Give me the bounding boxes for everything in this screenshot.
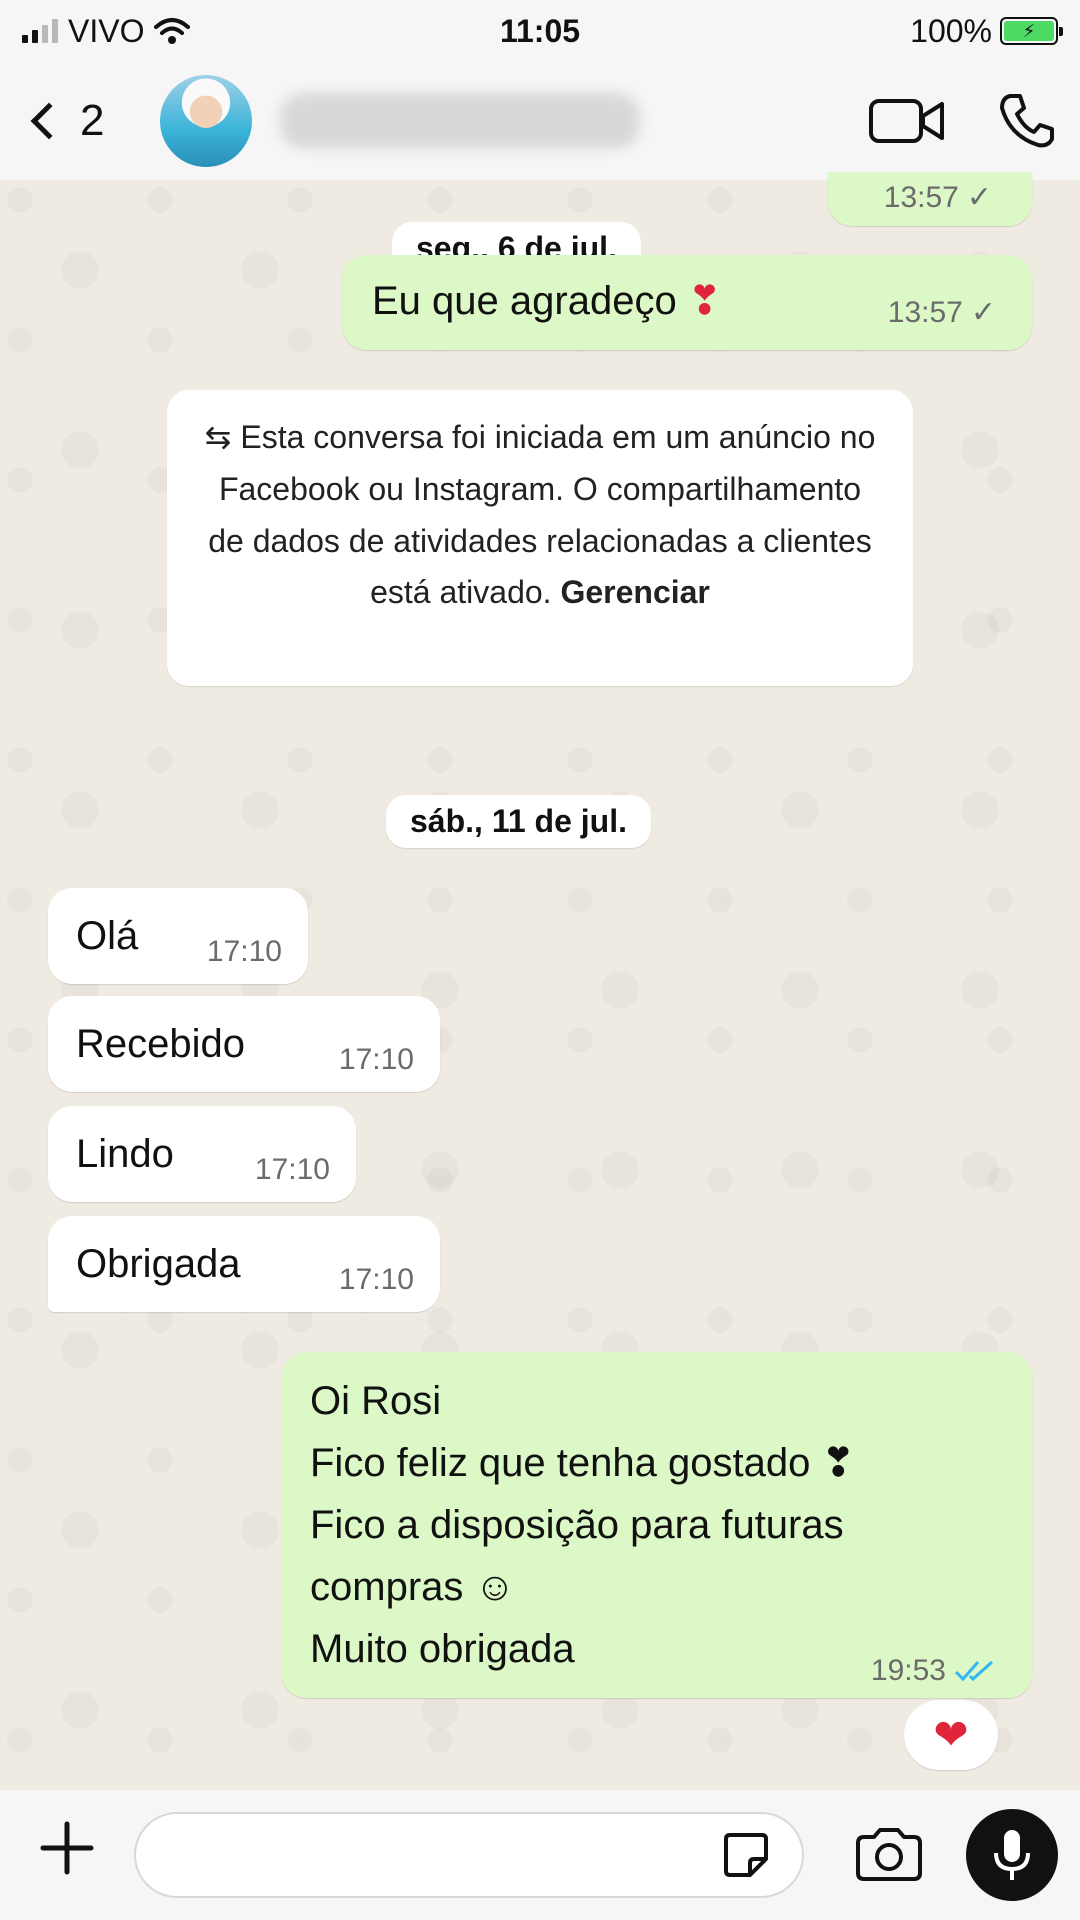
message-time: 17:10 bbox=[338, 1043, 414, 1076]
message-bubble-incoming[interactable]: Recebido 17:10 bbox=[48, 996, 440, 1092]
video-camera-icon bbox=[869, 99, 944, 143]
wifi-icon bbox=[154, 18, 191, 44]
voice-call-button[interactable] bbox=[998, 92, 1056, 150]
plus-icon bbox=[40, 1821, 94, 1875]
battery-icon: ⚡ bbox=[1000, 17, 1063, 45]
heart-emoji: ❤ bbox=[933, 1710, 969, 1758]
voice-message-button[interactable] bbox=[966, 1809, 1058, 1901]
manage-link[interactable]: Gerenciar bbox=[560, 574, 709, 610]
heart-exclamation-emoji: ❣ bbox=[687, 279, 722, 323]
message-line: Oi Rosi bbox=[310, 1379, 442, 1423]
composer-bar bbox=[0, 1790, 1080, 1920]
single-check-icon: ✓ bbox=[966, 181, 992, 214]
phone-icon bbox=[1000, 94, 1054, 148]
message-text: Obrigada bbox=[76, 1242, 241, 1286]
message-time: 19:53 bbox=[870, 1654, 946, 1687]
sticker-icon[interactable] bbox=[720, 1829, 772, 1881]
message-text: Recebido bbox=[76, 1022, 246, 1066]
camera-button[interactable] bbox=[854, 1827, 924, 1883]
message-text: Eu que agradeço bbox=[372, 279, 677, 323]
message-bubble-outgoing[interactable]: Oi Rosi Fico feliz que tenha gostado ❣ F… bbox=[282, 1352, 1032, 1698]
chevron-left-icon bbox=[30, 102, 68, 140]
message-input[interactable] bbox=[134, 1812, 804, 1898]
back-button[interactable]: 2 bbox=[24, 96, 104, 146]
date-separator: sáb., 11 de jul. bbox=[386, 795, 651, 848]
message-line: Fico feliz que tenha gostado ❣ bbox=[310, 1441, 855, 1485]
message-text: Olá bbox=[76, 914, 139, 958]
message-time: 13:57 bbox=[883, 181, 959, 214]
message-bubble-incoming[interactable]: Lindo 17:10 bbox=[48, 1106, 356, 1202]
carrier-label: VIVO bbox=[68, 12, 145, 49]
message-time: 17:10 bbox=[206, 935, 282, 968]
message-time: 13:57 bbox=[887, 296, 963, 329]
message-bubble-outgoing[interactable]: Eu que agradeço ❣ 13:57 ✓ bbox=[342, 255, 1032, 350]
message-line: Muito obrigada bbox=[310, 1627, 575, 1671]
status-bar: VIVO 11:05 100% ⚡ bbox=[0, 0, 1080, 62]
notice-text: ⇆ Esta conversa foi iniciada em um anúnc… bbox=[204, 419, 876, 611]
message-time: 17:10 bbox=[254, 1153, 330, 1186]
message-bubble-outgoing-partial[interactable]: 13:57 ✓ bbox=[828, 172, 1032, 226]
video-call-button[interactable] bbox=[868, 96, 946, 146]
message-time: 17:10 bbox=[338, 1263, 414, 1296]
business-ad-notice: ⇆ Esta conversa foi iniciada em um anúnc… bbox=[167, 390, 913, 686]
message-bubble-incoming[interactable]: Olá 17:10 bbox=[48, 888, 308, 984]
contact-name-redacted[interactable] bbox=[280, 93, 641, 149]
microphone-icon bbox=[994, 1830, 1030, 1880]
message-line: compras ☺ bbox=[310, 1565, 516, 1609]
camera-icon bbox=[856, 1828, 922, 1881]
signal-icon bbox=[22, 19, 58, 43]
single-check-icon: ✓ bbox=[970, 296, 996, 329]
message-text: Lindo bbox=[76, 1132, 174, 1176]
attach-button[interactable] bbox=[22, 1820, 112, 1890]
message-reaction[interactable]: ❤ bbox=[904, 1700, 998, 1770]
battery-percentage: 100% bbox=[910, 12, 992, 49]
unread-count: 2 bbox=[80, 96, 105, 145]
message-bubble-incoming[interactable]: Obrigada 17:10 bbox=[48, 1216, 440, 1312]
message-line: Fico a disposição para futuras bbox=[310, 1503, 844, 1547]
clock: 11:05 bbox=[499, 12, 581, 49]
chat-header: 2 bbox=[0, 62, 1080, 180]
contact-avatar[interactable] bbox=[160, 75, 253, 167]
double-check-icon bbox=[954, 1661, 994, 1682]
